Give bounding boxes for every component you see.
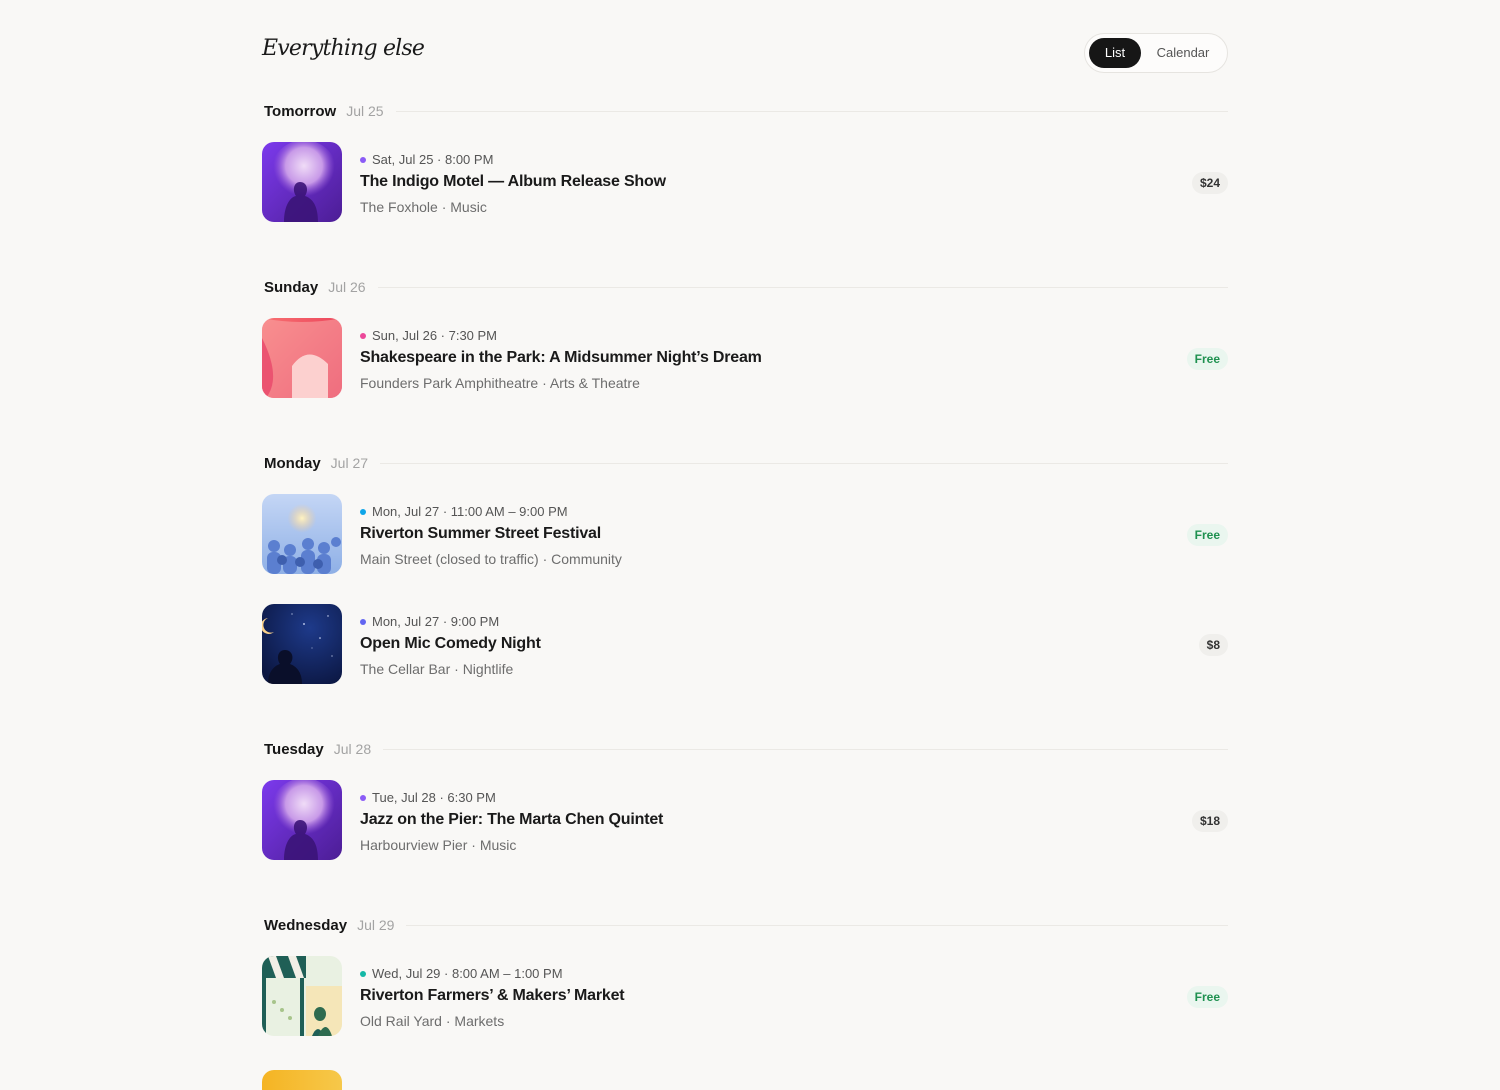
event-list: Tomorrow Jul 25 Sat, Jul 25 · 8:00 PM Th… bbox=[262, 100, 1228, 1038]
day-name: Wednesday bbox=[264, 916, 348, 934]
event-thumbnail bbox=[262, 956, 342, 1036]
category-dot bbox=[360, 156, 366, 163]
event-datetime-text: Wed, Jul 29 · 8:00 AM – 1:00 PM bbox=[372, 966, 563, 981]
divider bbox=[380, 462, 1228, 464]
event-title[interactable]: Jazz on the Pier: The Marta Chen Quintet bbox=[360, 811, 663, 829]
event-title[interactable]: Riverton Summer Street Festival bbox=[360, 525, 601, 543]
event-card[interactable]: Sun, Jul 26 · 7:30 PM Shakespeare in the… bbox=[262, 318, 1228, 400]
event-thumbnail bbox=[262, 604, 342, 684]
event-datetime: Mon, Jul 27 · 11:00 AM – 9:00 PM bbox=[360, 504, 568, 519]
day-name: Sunday bbox=[264, 278, 319, 296]
day-name: Monday bbox=[264, 454, 321, 472]
day-date: Jul 27 bbox=[330, 455, 369, 471]
category-dot bbox=[360, 970, 366, 977]
page-title: Everything else bbox=[262, 36, 425, 61]
event-thumbnail bbox=[262, 318, 342, 398]
event-card[interactable]: Tue, Jul 28 · 6:30 PM Jazz on the Pier: … bbox=[262, 780, 1228, 862]
event-datetime-text: Sun, Jul 26 · 7:30 PM bbox=[372, 328, 498, 343]
day-date: Jul 26 bbox=[328, 279, 366, 295]
event-venue: Harbourview Pier · Music bbox=[360, 837, 517, 853]
view-toggle: List Calendar bbox=[1084, 33, 1228, 73]
divider bbox=[406, 924, 1228, 926]
price-badge: $8 bbox=[1198, 634, 1228, 656]
event-title[interactable]: Riverton Farmers’ & Makers’ Market bbox=[360, 987, 625, 1005]
event-card[interactable]: Wed, Jul 29 · 8:00 AM – 1:00 PM Riverton… bbox=[262, 956, 1228, 1038]
event-card[interactable]: Sat, Jul 25 · 8:00 PM The Indigo Motel —… bbox=[262, 142, 1228, 224]
day-section: Tuesday Jul 28 Tue, Jul 28 · 6:30 PM Jaz… bbox=[262, 738, 1228, 862]
day-header: Tomorrow Jul 25 bbox=[262, 100, 1228, 122]
event-venue: The Cellar Bar · Nightlife bbox=[360, 661, 514, 677]
event-venue: The Foxhole · Music bbox=[360, 199, 487, 215]
divider bbox=[395, 110, 1228, 112]
event-datetime: Sat, Jul 25 · 8:00 PM bbox=[360, 152, 493, 167]
events-page: Everything else List Calendar Tomorrow J… bbox=[262, 0, 1228, 1090]
day-name: Tomorrow bbox=[264, 102, 337, 120]
next-event-thumbnail[interactable] bbox=[262, 1070, 342, 1090]
event-venue: Main Street (closed to traffic) · Commun… bbox=[360, 551, 622, 567]
event-datetime-text: Mon, Jul 27 · 9:00 PM bbox=[372, 614, 500, 629]
price-badge: $24 bbox=[1191, 172, 1228, 194]
event-thumbnail bbox=[262, 494, 342, 574]
category-dot bbox=[360, 794, 366, 801]
event-datetime: Wed, Jul 29 · 8:00 AM – 1:00 PM bbox=[360, 966, 563, 981]
event-thumbnail bbox=[262, 142, 342, 222]
day-header: Wednesday Jul 29 bbox=[262, 914, 1228, 936]
day-header: Monday Jul 27 bbox=[262, 452, 1228, 474]
category-dot bbox=[360, 332, 366, 339]
price-badge: Free bbox=[1186, 348, 1228, 370]
category-dot bbox=[360, 618, 366, 625]
event-datetime: Sun, Jul 26 · 7:30 PM bbox=[360, 328, 497, 343]
event-datetime: Mon, Jul 27 · 9:00 PM bbox=[360, 614, 499, 629]
event-title[interactable]: The Indigo Motel — Album Release Show bbox=[360, 173, 666, 191]
price-badge: Free bbox=[1186, 524, 1228, 546]
event-card[interactable]: Mon, Jul 27 · 11:00 AM – 9:00 PM Riverto… bbox=[262, 494, 1228, 576]
day-section: Tomorrow Jul 25 Sat, Jul 25 · 8:00 PM Th… bbox=[262, 100, 1228, 224]
day-section: Sunday Jul 26 Sun, Jul 26 · 7:30 PM Shak… bbox=[262, 276, 1228, 400]
list-view-button[interactable]: List bbox=[1089, 38, 1141, 68]
category-dot bbox=[360, 508, 366, 515]
day-header: Tuesday Jul 28 bbox=[262, 738, 1228, 760]
day-date: Jul 29 bbox=[357, 917, 395, 933]
day-section: Wednesday Jul 29 Wed, Jul 29 · 8:00 AM –… bbox=[262, 914, 1228, 1038]
event-datetime-text: Mon, Jul 27 · 11:00 AM – 9:00 PM bbox=[372, 504, 568, 519]
event-datetime: Tue, Jul 28 · 6:30 PM bbox=[360, 790, 496, 805]
event-thumbnail bbox=[262, 780, 342, 860]
event-title[interactable]: Shakespeare in the Park: A Midsummer Nig… bbox=[360, 349, 762, 367]
event-datetime-text: Tue, Jul 28 · 6:30 PM bbox=[372, 790, 496, 805]
divider bbox=[383, 748, 1228, 750]
price-badge: $18 bbox=[1191, 810, 1228, 832]
divider bbox=[377, 286, 1228, 288]
event-venue: Founders Park Amphitheatre · Arts & Thea… bbox=[360, 375, 640, 391]
price-badge: Free bbox=[1186, 986, 1228, 1008]
day-name: Tuesday bbox=[264, 740, 324, 758]
calendar-view-button[interactable]: Calendar bbox=[1147, 38, 1219, 68]
event-datetime-text: Sat, Jul 25 · 8:00 PM bbox=[372, 152, 494, 167]
event-venue: Old Rail Yard · Markets bbox=[360, 1013, 505, 1029]
page-header: Everything else List Calendar bbox=[262, 0, 1228, 100]
event-card[interactable]: Mon, Jul 27 · 9:00 PM Open Mic Comedy Ni… bbox=[262, 604, 1228, 686]
day-section: Monday Jul 27 Mon, Jul 27 · 11:00 AM – 9… bbox=[262, 452, 1228, 686]
event-title[interactable]: Open Mic Comedy Night bbox=[360, 635, 541, 653]
day-header: Sunday Jul 26 bbox=[262, 276, 1228, 298]
day-date: Jul 25 bbox=[346, 103, 384, 119]
day-date: Jul 28 bbox=[333, 741, 372, 757]
